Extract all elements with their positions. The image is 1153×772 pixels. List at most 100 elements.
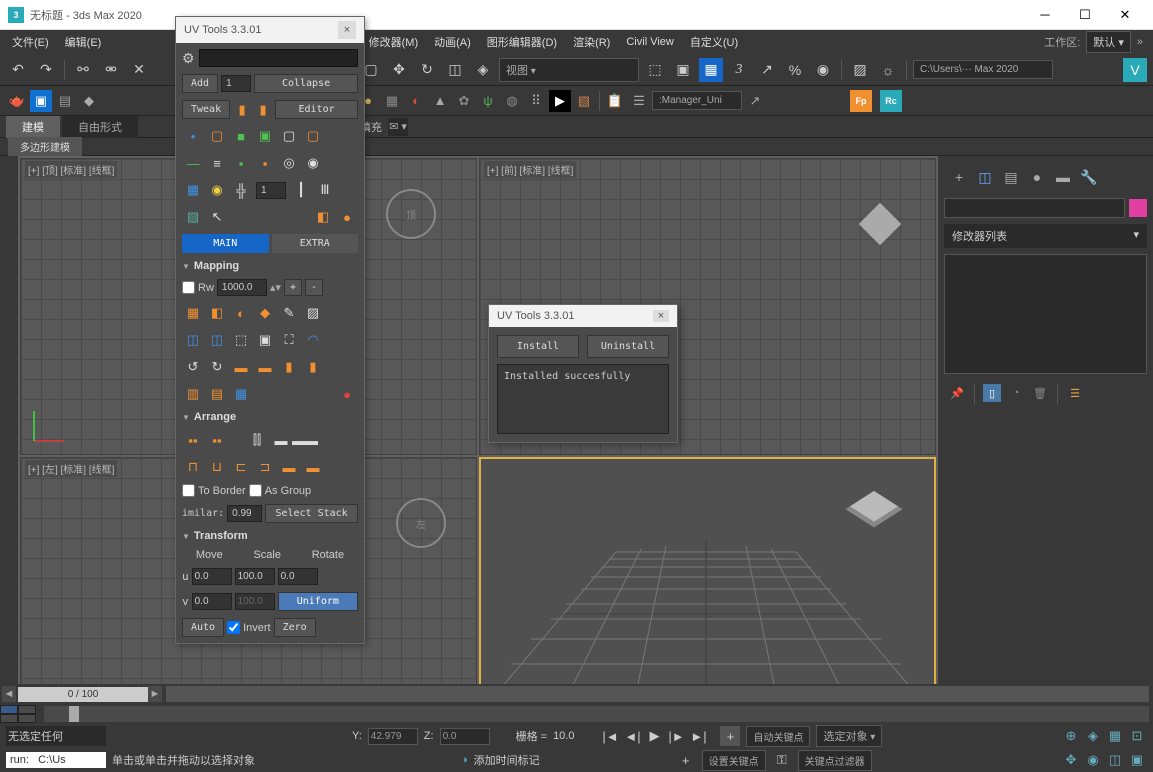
fire-icon[interactable]: ◐ — [405, 90, 427, 112]
snap3-button[interactable]: ▦ — [699, 58, 723, 82]
viewcube-left[interactable]: 左 — [396, 498, 446, 548]
manager-combo[interactable]: :Manager_Uni — [652, 91, 742, 110]
rw-checkbox[interactable]: Rw — [182, 281, 214, 294]
frame-counter[interactable]: 0 / 100 — [18, 687, 148, 702]
mapping-section[interactable]: Mapping — [194, 260, 239, 272]
viewcube-front[interactable] — [859, 203, 901, 245]
pack2-icon[interactable]: ▤ — [208, 385, 226, 403]
dist5-icon[interactable]: ▬ — [280, 458, 298, 476]
motion-tab-icon[interactable]: ● — [1026, 166, 1048, 188]
set-key-button[interactable]: 设置关键点 — [702, 750, 766, 771]
create-tab-icon[interactable]: + — [948, 166, 970, 188]
snap-percent-button[interactable]: ↗ — [755, 58, 779, 82]
light-icon[interactable]: ◉ — [208, 181, 226, 199]
measure-icon[interactable]: ┃ — [292, 181, 310, 199]
element-icon[interactable]: ▢ — [280, 127, 298, 145]
mirror-h-icon[interactable]: ▮ — [280, 358, 298, 376]
z-input[interactable] — [440, 728, 490, 745]
select-stack-button[interactable]: Select Stack — [265, 504, 358, 523]
timeslider-next[interactable]: ► — [148, 686, 162, 702]
workspace-combo[interactable]: 默认 ▾ — [1086, 31, 1131, 53]
path-combo[interactable]: C:\Users\··· Max 2020 — [913, 60, 1053, 79]
minimize-button[interactable]: ─ — [1025, 0, 1065, 30]
viewport-front-label[interactable]: [+] [前] [标准] [线框] — [484, 161, 576, 178]
arrange-section[interactable]: Arrange — [194, 411, 236, 423]
fill-dropdown[interactable]: ✉ ▾ — [388, 118, 408, 136]
viewport-top-label[interactable]: [+] [顶] [标准] [线框] — [25, 161, 117, 178]
snap-button[interactable]: ⬚ — [643, 58, 667, 82]
menu-graph-editors[interactable]: 图形编辑器(D) — [481, 32, 563, 52]
move-u-input[interactable] — [192, 568, 232, 585]
arr2-icon[interactable]: ▪▪ — [208, 431, 226, 449]
cube-icon[interactable]: ◧ — [314, 208, 332, 226]
set-key-plus-button[interactable]: + — [676, 750, 696, 770]
flower-icon[interactable]: ✿ — [453, 90, 475, 112]
key-mode-button[interactable]: + — [720, 726, 740, 746]
play-button[interactable]: ▶ — [644, 726, 664, 746]
install-button[interactable]: Install — [497, 335, 579, 358]
menu-file[interactable]: 文件(E) — [6, 32, 55, 52]
ruler-icon[interactable]: Ⅲ — [316, 181, 334, 199]
dist6-icon[interactable]: ▬ — [304, 458, 322, 476]
move-v-input[interactable] — [192, 593, 232, 610]
nav-arc-icon[interactable]: ◉ — [1083, 750, 1103, 770]
redo-button[interactable]: ↷ — [34, 58, 58, 82]
tweak-button[interactable]: Tweak — [182, 100, 230, 119]
collapse-button[interactable]: Collapse — [254, 74, 358, 93]
utilities-tab-icon[interactable]: 🔧 — [1078, 166, 1100, 188]
sphere2-icon[interactable]: ● — [338, 208, 356, 226]
name-input[interactable] — [944, 198, 1125, 218]
select-icon[interactable]: ◎ — [280, 154, 298, 172]
uvtools-panel[interactable]: UV Tools 3.3.01 × ⚙ Add Collapse Tweak ▮… — [175, 16, 365, 644]
toborder-checkbox[interactable]: To Border — [182, 484, 246, 497]
grid-icon[interactable]: ╬ — [232, 181, 250, 199]
main-tab[interactable]: MAIN — [182, 234, 269, 253]
selected-obj-combo[interactable]: 选定对象 ▾ — [816, 725, 882, 747]
rotcw-icon[interactable]: ↻ — [208, 358, 226, 376]
brush-icon[interactable]: ▮ — [233, 101, 251, 119]
unlink-button[interactable]: ⚮ — [99, 58, 123, 82]
loop-icon[interactable]: ▪ — [256, 154, 274, 172]
teapot-icon[interactable]: 🫖 — [6, 90, 28, 112]
pic-icon[interactable]: ▨ — [184, 208, 202, 226]
render-button[interactable]: ▨ — [848, 58, 872, 82]
menu-edit[interactable]: 编辑(E) — [59, 32, 108, 52]
rotate-button[interactable]: ↻ — [415, 58, 439, 82]
zero-button[interactable]: Zero — [274, 618, 316, 637]
fp-icon[interactable]: Fp — [850, 90, 872, 112]
uninstall-button[interactable]: Uninstall — [587, 335, 669, 358]
snap-angle-button[interactable]: 3 — [727, 58, 751, 82]
list-icon[interactable]: ☰ — [628, 90, 650, 112]
transform-section[interactable]: Transform — [194, 530, 248, 542]
invert-checkbox[interactable]: Invert — [227, 621, 271, 634]
add-button[interactable]: Add — [182, 74, 218, 93]
lock-icon[interactable]: ◆ — [78, 90, 100, 112]
menu-animation[interactable]: 动画(A) — [428, 32, 477, 52]
hflip-icon[interactable]: ▬ — [232, 358, 250, 376]
play-icon[interactable]: ▶ — [549, 90, 571, 112]
asgroup-checkbox[interactable]: As Group — [249, 484, 311, 497]
nav-walk-icon[interactable]: ◈ — [1083, 726, 1103, 746]
num-spinner[interactable] — [256, 182, 286, 199]
face-icon[interactable]: ■ — [232, 127, 250, 145]
arr5-icon[interactable]: ▬▬ — [296, 431, 314, 449]
track-toggle-2[interactable] — [18, 705, 36, 714]
timeline-key[interactable] — [69, 706, 79, 722]
link-button[interactable]: ⚯ — [71, 58, 95, 82]
arr3-icon[interactable]: ⫿⫿ — [248, 431, 266, 449]
expand-icon[interactable]: ⛶ — [280, 331, 298, 349]
pencil-icon[interactable]: ✎ — [280, 304, 298, 322]
clipboard-icon[interactable]: 📋 — [604, 90, 626, 112]
color-swatch[interactable] — [1129, 199, 1147, 217]
brick-icon[interactable]: ▦ — [184, 181, 202, 199]
pack3-icon[interactable]: ▦ — [232, 385, 250, 403]
timeslider-prev[interactable]: ◄ — [2, 686, 16, 702]
goto-start-button[interactable]: |◄ — [600, 726, 620, 746]
add-spinner[interactable] — [221, 75, 251, 92]
auto-key-button[interactable]: 自动关键点 — [746, 726, 810, 747]
nav-pan-icon[interactable]: ⊕ — [1061, 726, 1081, 746]
uniform-button[interactable]: Uniform — [278, 592, 358, 611]
fill-icon[interactable]: ▮ — [254, 101, 272, 119]
plus-button[interactable]: + — [284, 279, 302, 296]
dist1-icon[interactable]: ⊓ — [184, 458, 202, 476]
